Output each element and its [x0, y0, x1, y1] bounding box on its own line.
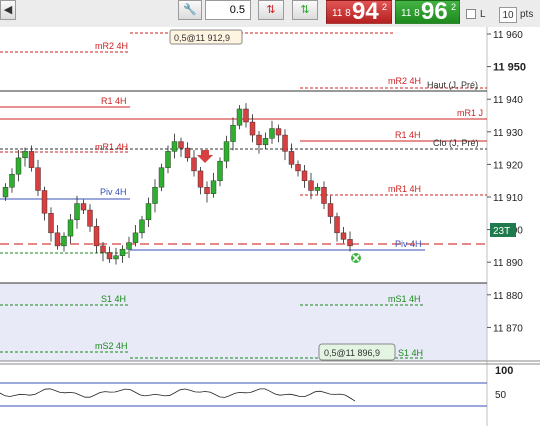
label-pivot-left: Piv 4H [100, 187, 127, 197]
price-axis-label: 11 950 [493, 62, 526, 74]
candle-body [152, 187, 158, 204]
candle-body [165, 151, 171, 168]
label-s1-left: S1 4H [101, 294, 126, 304]
price-axis-label: 11 960 [493, 30, 523, 41]
candle-body [308, 180, 314, 191]
order-tag-bottom-text: 0,5@11 896,9 [324, 348, 380, 358]
candle-body [210, 180, 217, 194]
candle-body [126, 242, 132, 250]
candle-body [22, 151, 28, 159]
label-ms2-left: mS2 4H [95, 341, 128, 351]
price-axis-label: 11 890 [493, 258, 523, 269]
candle-body [262, 138, 269, 146]
candle-body [48, 213, 54, 234]
candle-body [249, 121, 256, 136]
candle-body [217, 160, 223, 181]
price-chart[interactable]: mR2 4H mR2 4H Haut (J, Pré) R1 4H mR1 J … [0, 0, 540, 426]
candle-body [334, 216, 340, 234]
candle-body [28, 151, 35, 168]
candle-body [269, 128, 275, 139]
candle-body [288, 151, 295, 165]
label-mr2-left: mR2 4H [95, 41, 128, 51]
candle-body [197, 170, 204, 188]
label-mr1-right: mR1 4H [388, 184, 421, 194]
label-mr2-right: mR2 4H [388, 76, 421, 86]
candle-body [74, 203, 80, 221]
price-axis-label: 11 870 [493, 323, 523, 334]
candle-body [80, 203, 87, 211]
candle-body [230, 125, 236, 142]
label-s1-right: S1 4H [398, 348, 423, 358]
candle-body [314, 187, 321, 191]
price-axis-label: 11 880 [493, 291, 523, 302]
price-axis-label: 11 910 [493, 193, 523, 204]
candle-body [158, 167, 165, 188]
candle-body [171, 141, 178, 152]
order-tag-top-text: 0,5@11 912,9 [174, 33, 230, 43]
candle-body [178, 141, 184, 149]
candle-body [41, 190, 48, 214]
price-axis-label: 11 920 [493, 160, 523, 171]
candle-body [35, 167, 41, 191]
candle-body [61, 235, 67, 247]
candle-body [113, 255, 119, 260]
label-clo: Clo (J, Pré) [433, 138, 479, 148]
candle-body [2, 187, 9, 198]
candle-body [87, 209, 93, 227]
candle-body [243, 108, 249, 123]
candle-body [100, 245, 106, 253]
indicator-panel [0, 361, 487, 426]
indicator-axis-100: 100 [495, 365, 513, 377]
candle-body [119, 248, 126, 256]
candle-body [236, 108, 243, 126]
candle-body [145, 203, 152, 221]
candle-body [340, 232, 347, 240]
candle-body [132, 232, 139, 243]
label-ms1-right: mS1 4H [388, 294, 421, 304]
candle-body [347, 239, 353, 247]
candle-body [67, 219, 74, 237]
label-haut: Haut (J, Pré) [427, 80, 478, 90]
candle-body [301, 170, 308, 181]
candle-body [327, 203, 334, 217]
candle-body [223, 141, 230, 162]
candle-body [191, 157, 197, 172]
candle-body [106, 252, 113, 260]
candle-body [204, 187, 210, 194]
candle-body [139, 219, 145, 234]
price-axis-label: 11 940 [493, 95, 523, 106]
current-price-tag-text: 23T [493, 226, 510, 237]
candle-body [321, 187, 327, 204]
candle-body [184, 147, 191, 159]
price-axis-label: 11 930 [493, 128, 523, 139]
label-pivot-right: Piv 4H [395, 239, 422, 249]
label-r1-right: R1 4H [395, 130, 421, 140]
label-mr1-j: mR1 J [457, 108, 483, 118]
candle-body [295, 164, 301, 172]
indicator-axis-50: 50 [495, 390, 507, 401]
candle-body [275, 128, 282, 136]
candle-body [93, 226, 100, 247]
label-mr1-left: mR1 4H [95, 142, 128, 152]
candle-body [9, 173, 15, 188]
candle-body [15, 157, 22, 175]
candle-body [256, 134, 262, 146]
label-r1-left: R1 4H [101, 96, 127, 106]
candle-body [282, 134, 288, 152]
candle-body [54, 232, 61, 247]
